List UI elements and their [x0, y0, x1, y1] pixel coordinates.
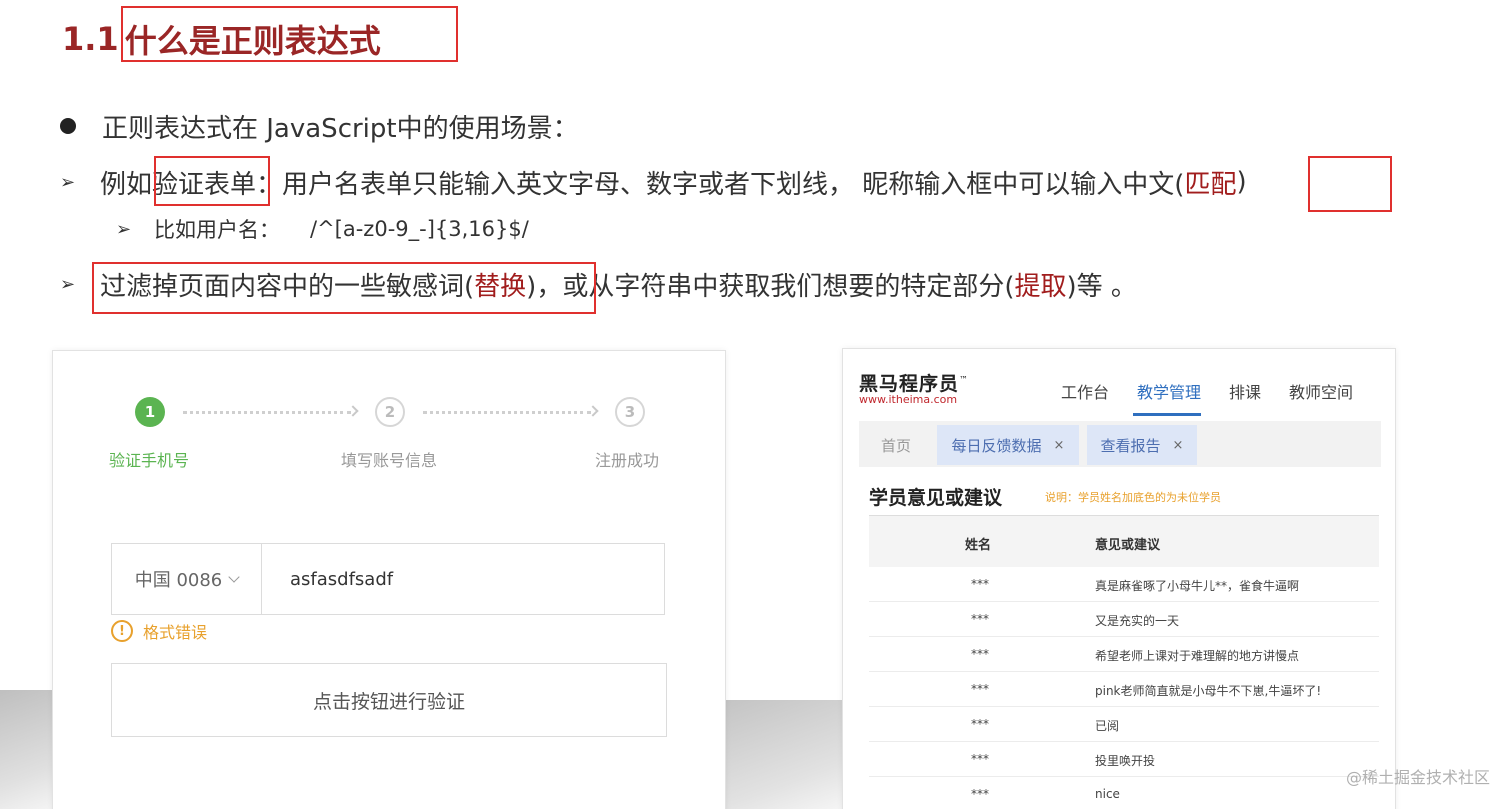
nav-active-indicator [1133, 413, 1201, 416]
table-row: *** 真是麻雀啄了小母牛儿**，雀食牛逼啊 [869, 567, 1379, 602]
step-connector [183, 411, 351, 414]
verify-button[interactable]: 点击按钮进行验证 [111, 663, 667, 737]
warning-icon: ! [111, 620, 133, 642]
step-3-circle: 3 [615, 397, 645, 427]
country-select[interactable]: 中国 0086 [112, 544, 262, 614]
row-name: *** [971, 612, 989, 626]
watermark: @稀土掘金技术社区 [1345, 768, 1490, 787]
country-code: 中国 0086 [134, 570, 223, 591]
match-highlight-box [1308, 156, 1392, 212]
step-2-circle: 2 [375, 397, 405, 427]
validate-highlight-box [154, 156, 270, 206]
step-3-label: 注册成功 [595, 451, 660, 470]
table-row: *** 已阅 [869, 707, 1379, 742]
item2-keyword-extract: 提取 [1014, 271, 1067, 302]
username-example: ➢ 比如用户名： /^[a-z0-9_-]{3,16}$/ [116, 214, 529, 244]
tab-view-report[interactable]: 查看报告 × [1087, 425, 1197, 465]
tab-bar: 首页 每日反馈数据 × 查看报告 × [859, 421, 1381, 467]
error-text: 格式错误 [143, 623, 208, 642]
logo-trademark: ™ [959, 375, 970, 386]
section-note: 说明：学员姓名加底色的为未位学员 [1045, 491, 1221, 504]
decorative-shade [726, 700, 842, 809]
item1-rest: ：用户名表单只能输入英文字母、数字或者下划线， 昵称输入框中可以输入中文( [256, 169, 1185, 200]
nav-teaching[interactable]: 教学管理 [1137, 379, 1201, 403]
row-suggestion: pink老师简直就是小母牛不下崽,牛逼坏了! [1095, 684, 1322, 698]
phone-input[interactable] [262, 544, 664, 614]
arrow-icon: ➢ [60, 171, 76, 193]
title-highlight-box [121, 6, 458, 62]
row-name: *** [971, 682, 989, 696]
item2-part3: )等 。 [1066, 271, 1137, 302]
register-panel: 1 2 3 验证手机号 填写账号信息 注册成功 中国 0086 ! 格式错误 点… [52, 350, 726, 809]
column-name: 姓名 [965, 538, 992, 553]
item2-part2: )，或从字符串中获取我们想要的特定部分( [526, 271, 1015, 302]
nav-schedule[interactable]: 排课 [1229, 379, 1261, 403]
nav-workbench[interactable]: 工作台 [1061, 379, 1109, 403]
row-name: *** [971, 577, 989, 591]
nav-teacher-space[interactable]: 教师空间 [1289, 379, 1353, 403]
table-header: 姓名 意见或建议 [869, 515, 1379, 567]
username-regex: /^[a-z0-9_-]{3,16}$/ [310, 217, 529, 241]
table-row: *** nice [869, 777, 1379, 809]
tab-label: 首页 [880, 436, 911, 455]
table-row: *** pink老师简直就是小母牛不下崽,牛逼坏了! [869, 672, 1379, 707]
tab-label: 每日反馈数据 [951, 436, 1042, 455]
row-name: *** [971, 752, 989, 766]
section-title: 学员意见或建议 [869, 487, 1003, 509]
row-suggestion: 真是麻雀啄了小母牛儿**，雀食牛逼啊 [1095, 579, 1300, 593]
decorative-shade [0, 690, 52, 809]
row-name: *** [971, 717, 989, 731]
step-1-circle: 1 [135, 397, 165, 427]
bullet-text: 正则表达式在 JavaScript中的使用场景： [102, 113, 579, 144]
tab-daily-feedback[interactable]: 每日反馈数据 × [937, 425, 1079, 465]
item1-close: ) [1236, 167, 1247, 197]
chevron-right-icon [347, 405, 359, 417]
row-suggestion: 投里唤开投 [1095, 754, 1156, 768]
arrow-icon: ➢ [116, 218, 132, 240]
bullet-dot-icon [60, 118, 76, 134]
step-1-label: 验证手机号 [109, 451, 190, 470]
step-connector [423, 411, 591, 414]
tab-label: 查看报告 [1100, 436, 1161, 455]
table-row: *** 投里唤开投 [869, 742, 1379, 777]
logo: 黑马程序员™ [859, 369, 969, 396]
item1-keyword: 匹配 [1184, 169, 1237, 200]
row-suggestion: 希望老师上课对于难理解的地方讲慢点 [1095, 649, 1300, 663]
logo-url: www.itheima.com [859, 393, 958, 406]
chevron-right-icon [587, 405, 599, 417]
logo-text: 黑马程序员 [859, 373, 960, 395]
table-row: *** 希望老师上课对于难理解的地方讲慢点 [869, 637, 1379, 672]
row-suggestion: 又是充实的一天 [1095, 614, 1180, 628]
row-suggestion: nice [1095, 787, 1120, 801]
filter-highlight-box [92, 262, 596, 314]
phone-field: 中国 0086 [111, 543, 665, 615]
step-2-label: 填写账号信息 [341, 451, 438, 470]
row-suggestion: 已阅 [1095, 719, 1120, 733]
section-number: 1.1 [62, 20, 119, 58]
row-name: *** [971, 647, 989, 661]
tab-home[interactable]: 首页 [863, 425, 929, 465]
item1-prefix: 例如 [100, 169, 153, 200]
column-suggestion: 意见或建议 [1095, 538, 1161, 553]
close-icon[interactable]: × [1054, 438, 1065, 453]
chevron-down-icon [228, 571, 240, 583]
row-name: *** [971, 787, 989, 801]
close-icon[interactable]: × [1173, 438, 1184, 453]
error-message: ! 格式错误 [111, 619, 207, 643]
table-row: *** 又是充实的一天 [869, 602, 1379, 637]
bullet-line: 正则表达式在 JavaScript中的使用场景： [60, 104, 579, 148]
admin-panel: 黑马程序员™ www.itheima.com 工作台 教学管理 排课 教师空间 … [842, 348, 1396, 809]
username-label: 比如用户名： [154, 218, 280, 242]
